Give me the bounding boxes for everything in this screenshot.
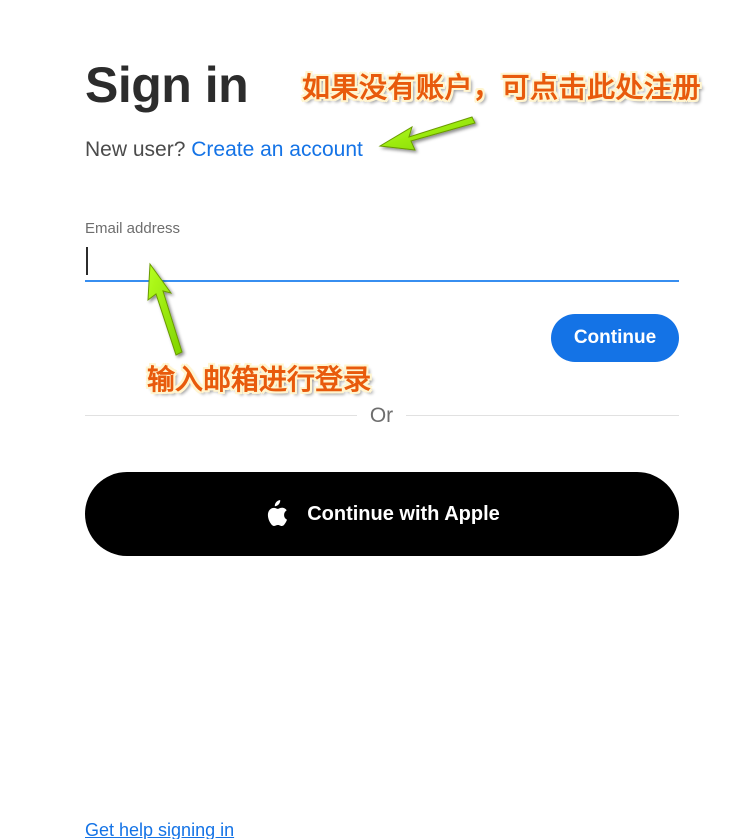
email-label: Email address xyxy=(85,220,181,237)
continue-button[interactable]: Continue xyxy=(551,314,679,362)
create-account-link[interactable]: Create an account xyxy=(191,138,363,161)
sign-in-page: Sign in New user? Create an account Emai… xyxy=(0,0,747,839)
create-account-annotation: 如果没有账户，可点击此处注册 xyxy=(302,71,702,104)
email-annotation: 输入邮箱进行登录 xyxy=(147,363,372,396)
arrow-to-create-account xyxy=(378,116,476,151)
apple-logo-icon xyxy=(264,500,288,528)
apple-button-label: Continue with Apple xyxy=(307,502,500,525)
continue-with-apple-button[interactable]: Continue with Apple xyxy=(85,472,679,556)
get-help-link[interactable]: Get help signing in xyxy=(85,818,234,839)
page-title: Sign in xyxy=(85,57,249,113)
new-user-prefix: New user? xyxy=(85,138,186,161)
or-separator: Or xyxy=(369,404,394,427)
divider-line-left xyxy=(85,415,357,416)
divider-line-right xyxy=(406,415,679,416)
new-user-line: New user? Create an account xyxy=(85,137,363,163)
email-field[interactable] xyxy=(85,242,679,282)
text-cursor xyxy=(86,247,88,275)
